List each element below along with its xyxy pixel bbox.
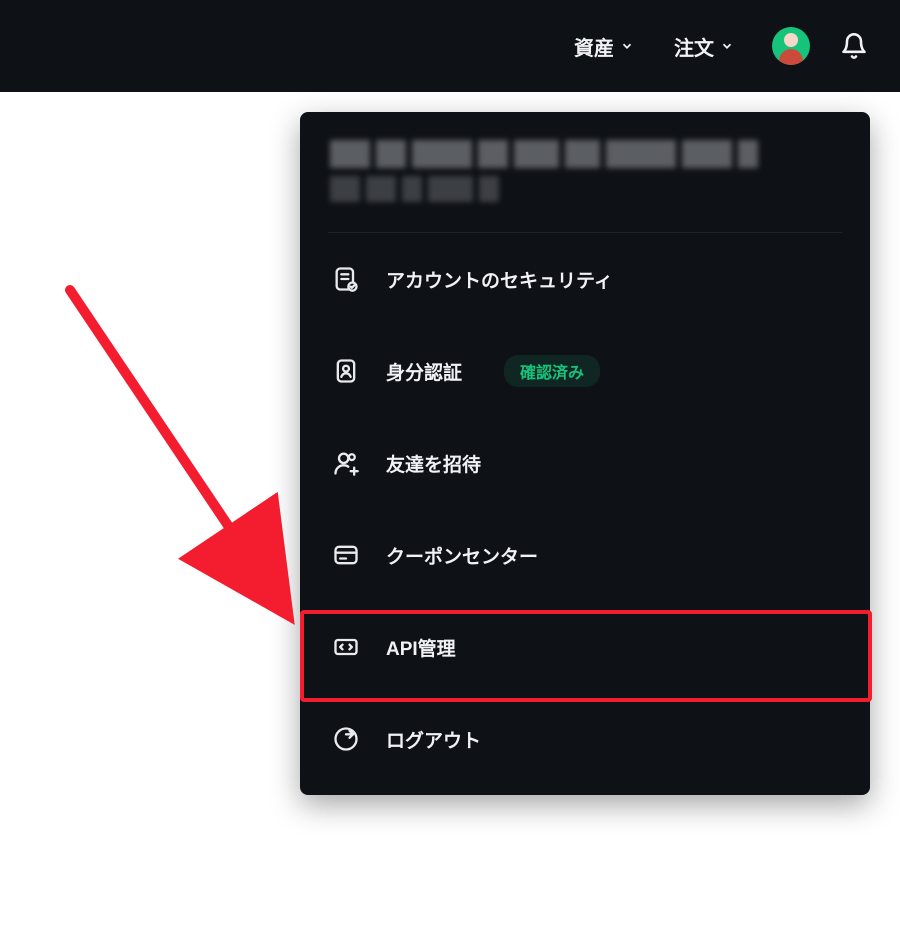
notifications-button[interactable] xyxy=(838,30,870,62)
menu-item-identity[interactable]: 身分認証 確認済み xyxy=(300,325,870,417)
verified-badge: 確認済み xyxy=(504,355,600,387)
menu-item-api[interactable]: API管理 xyxy=(300,601,870,693)
menu-item-invite[interactable]: 友達を招待 xyxy=(300,417,870,509)
api-icon xyxy=(330,631,362,663)
nav-orders-label: 注文 xyxy=(674,32,714,61)
menu-item-security[interactable]: アカウントのセキュリティ xyxy=(300,233,870,325)
menu-item-coupon[interactable]: クーポンセンター xyxy=(300,509,870,601)
dropdown-user-info xyxy=(300,112,870,232)
nav-assets[interactable]: 資産 xyxy=(554,32,654,61)
nav-assets-label: 資産 xyxy=(574,32,614,61)
menu-label-logout: ログアウト xyxy=(386,726,481,753)
user-dropdown: アカウントのセキュリティ 身分認証 確認済み 友達を招待 クーポンセンター AP… xyxy=(300,112,870,795)
avatar[interactable] xyxy=(772,27,810,65)
menu-item-logout[interactable]: ログアウト xyxy=(300,693,870,785)
menu-label-coupon: クーポンセンター xyxy=(386,542,538,569)
bell-icon xyxy=(840,32,868,60)
chevron-down-icon xyxy=(720,39,734,53)
chevron-down-icon xyxy=(620,39,634,53)
menu-label-identity: 身分認証 xyxy=(386,358,462,385)
shield-icon xyxy=(330,263,362,295)
menu-label-api: API管理 xyxy=(386,634,456,661)
invite-icon xyxy=(330,447,362,479)
nav-orders[interactable]: 注文 xyxy=(654,32,754,61)
coupon-icon xyxy=(330,539,362,571)
menu-label-invite: 友達を招待 xyxy=(386,450,481,477)
logout-icon xyxy=(330,723,362,755)
top-nav-bar: 資産 注文 xyxy=(0,0,900,92)
id-card-icon xyxy=(330,355,362,387)
menu-label-security: アカウントのセキュリティ xyxy=(386,266,613,293)
